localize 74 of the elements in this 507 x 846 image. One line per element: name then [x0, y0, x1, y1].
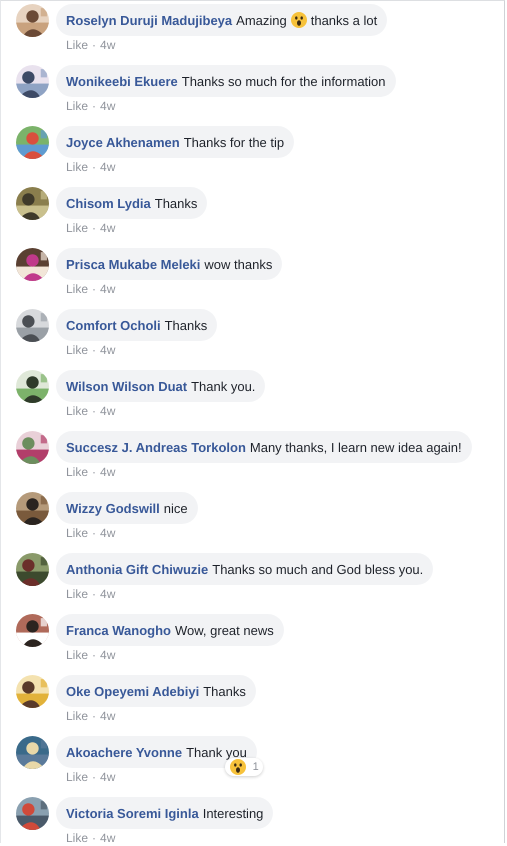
wow-emoji-icon [230, 759, 246, 775]
author-link[interactable]: Wonikeebi Ekuere [66, 74, 178, 88]
comment-text: Wow, great news [174, 622, 274, 638]
like-link[interactable]: Like [66, 831, 88, 843]
author-link[interactable]: Anthonia Gift Chiwuzie [66, 562, 208, 576]
author-link[interactable]: Succesz J. Andreas Torkolon [66, 440, 246, 454]
comment-text: Thanks [164, 318, 208, 332]
comment-time: 4w [100, 770, 116, 784]
separator-dot: · [92, 587, 96, 601]
like-link[interactable]: Like [66, 404, 88, 418]
comment-text: Thanks for the tip [184, 134, 284, 150]
comment-time: 4w [100, 648, 116, 662]
like-link[interactable]: Like [66, 648, 88, 662]
author-link[interactable]: Victoria Soremi Iginla [66, 806, 199, 820]
comment-text: Amazing [236, 12, 287, 28]
comment-text: thanks a lot [310, 12, 378, 28]
like-link[interactable]: Like [66, 160, 88, 174]
comment-text: Thanks so much and God bless you. [212, 562, 424, 576]
separator-dot: · [92, 99, 96, 113]
comment-time: 4w [100, 404, 116, 418]
comment-text: Many thanks, I learn new idea again! [250, 440, 462, 454]
comment-time: 4w [100, 465, 116, 479]
like-link[interactable]: Like [66, 587, 88, 601]
comment-time: 4w [100, 221, 116, 235]
comment-text: Interesting [202, 806, 264, 820]
separator-dot: · [92, 770, 96, 784]
author-link[interactable]: Wilson Wilson Duat [66, 378, 188, 394]
comment-time: 4w [100, 709, 116, 723]
author-link[interactable]: Comfort Ocholi [66, 318, 161, 332]
separator-dot: · [92, 282, 96, 296]
separator-dot: · [92, 831, 96, 843]
like-link[interactable]: Like [66, 526, 88, 540]
separator-dot: · [92, 343, 96, 357]
reaction-count: 1 [252, 761, 259, 773]
like-link[interactable]: Like [66, 770, 88, 784]
like-link[interactable]: Like [66, 709, 88, 723]
separator-dot: · [92, 465, 96, 479]
comment-time: 4w [100, 99, 116, 113]
like-link[interactable]: Like [66, 221, 88, 235]
comment-time: 4w [100, 526, 116, 540]
author-link[interactable]: Joyce Akhenamen [66, 134, 180, 150]
author-link[interactable]: Franca Wanogho [66, 622, 171, 638]
comment-text: Thanks so much for the information [182, 74, 386, 88]
author-link[interactable]: Akoachere Yvonne [66, 744, 182, 760]
like-link[interactable]: Like [66, 99, 88, 113]
separator-dot: · [92, 221, 96, 235]
author-link[interactable]: Wizzy Godswill [66, 500, 160, 516]
comment-time: 4w [100, 587, 116, 601]
comment-time: 4w [100, 282, 116, 296]
comment-time: 4w [100, 38, 116, 52]
separator-dot: · [92, 526, 96, 540]
comment-text: Thanks [154, 196, 198, 210]
comment-text: nice [164, 500, 188, 516]
author-link[interactable]: Prisca Mukabe Meleki [66, 256, 200, 272]
comment-text: wow thanks [204, 256, 272, 272]
comment-time: 4w [100, 831, 116, 843]
comment-text: Thank you. [191, 378, 256, 394]
like-link[interactable]: Like [66, 465, 88, 479]
separator-dot: · [92, 160, 96, 174]
comment-time: 4w [100, 160, 116, 174]
comment-text: Thanks [203, 684, 246, 698]
separator-dot: · [92, 38, 96, 52]
separator-dot: · [92, 648, 96, 662]
separator-dot: · [92, 404, 96, 418]
separator-dot: · [92, 709, 96, 723]
author-link[interactable]: Chisom Lydia [66, 196, 151, 210]
like-link[interactable]: Like [66, 38, 88, 52]
comment-time: 4w [100, 343, 116, 357]
like-link[interactable]: Like [66, 282, 88, 296]
comment-text: Thank you [186, 744, 247, 760]
like-link[interactable]: Like [66, 343, 88, 357]
wow-emoji-icon [290, 12, 307, 28]
author-link[interactable]: Oke Opeyemi Adebiyi [66, 684, 200, 698]
author-link[interactable]: Roselyn Duruji Madujibeya [66, 12, 232, 28]
